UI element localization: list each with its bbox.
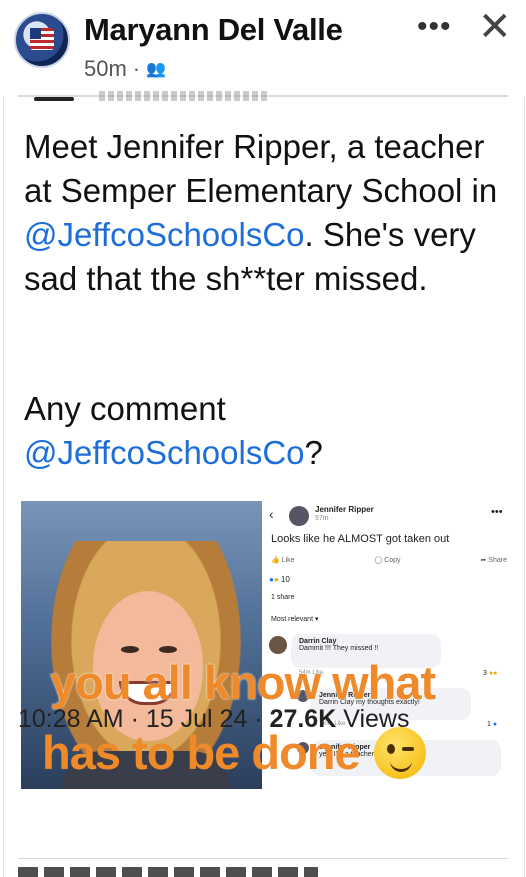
poster-avatar[interactable]: [14, 12, 70, 68]
fb-copy: ◯ Copy: [374, 557, 401, 564]
overlay-line2-text: has to be done: [42, 726, 361, 779]
flag-icon: [30, 28, 54, 50]
comment-reacts: 1 ●: [487, 721, 498, 728]
close-button[interactable]: ✕: [478, 4, 512, 50]
comment-avatar: [269, 636, 287, 654]
fb-like: 👍 Like: [271, 557, 295, 564]
back-icon: ‹: [269, 506, 274, 522]
post-header: Maryann Del Valle 50m · 👥 ••• ✕: [0, 0, 526, 95]
comment-name: Darrin Clay: [299, 638, 337, 645]
mention-link[interactable]: @JeffcoSchoolsCo: [24, 216, 305, 253]
comment-prefix: Any comment: [24, 390, 226, 427]
post-time[interactable]: 50m: [84, 56, 127, 82]
friends-icon: 👥: [146, 61, 167, 78]
fb-avatar: [289, 506, 309, 526]
eye-left: [121, 646, 139, 653]
tweet-comment: Any comment @JeffcoSchoolsCo?: [24, 387, 514, 475]
fb-reactions: ●● 10: [269, 575, 290, 584]
comment-text: Dammit !!! They missed !!: [299, 645, 379, 652]
comment-suffix: ?: [304, 434, 323, 471]
tweet-text: Meet Jennifer Ripper, a teacher at Sempe…: [24, 125, 514, 301]
fb-share-count: 1 share: [271, 594, 295, 601]
mention-link-2[interactable]: @JeffcoSchoolsCo: [24, 434, 305, 471]
fb-more-icon: •••: [491, 506, 503, 518]
bottom-divider: [18, 858, 508, 859]
more-options-button[interactable]: •••: [417, 10, 452, 44]
fb-actions: 👍 Like ◯ Copy ➦ Share: [271, 556, 507, 564]
fb-share: ➦ Share: [480, 557, 507, 564]
fb-post-text: Looks like he ALMOST got taken out: [271, 533, 450, 545]
comment-reacts: 3 ●●: [483, 670, 498, 677]
poster-name[interactable]: Maryann Del Valle: [84, 12, 343, 48]
overlay-caption-line1: you all know what: [50, 656, 436, 709]
fb-sort: Most relevant ▾: [271, 616, 319, 623]
fb-time: 57m ·: [315, 515, 333, 522]
meta-separator: ·: [132, 56, 141, 81]
cropped-bottom-text: [18, 867, 318, 877]
overlay-caption-line2: has to be done: [42, 725, 426, 780]
tweet-text-part1: Meet Jennifer Ripper, a teacher at Sempe…: [24, 128, 498, 209]
cropped-line: [34, 97, 74, 101]
winking-face-icon: [373, 726, 426, 779]
fb-name: Jennifer Ripper: [315, 505, 374, 514]
eye-right: [159, 646, 177, 653]
post-meta: 50m · 👥: [84, 56, 166, 82]
cropped-text: [99, 91, 269, 101]
